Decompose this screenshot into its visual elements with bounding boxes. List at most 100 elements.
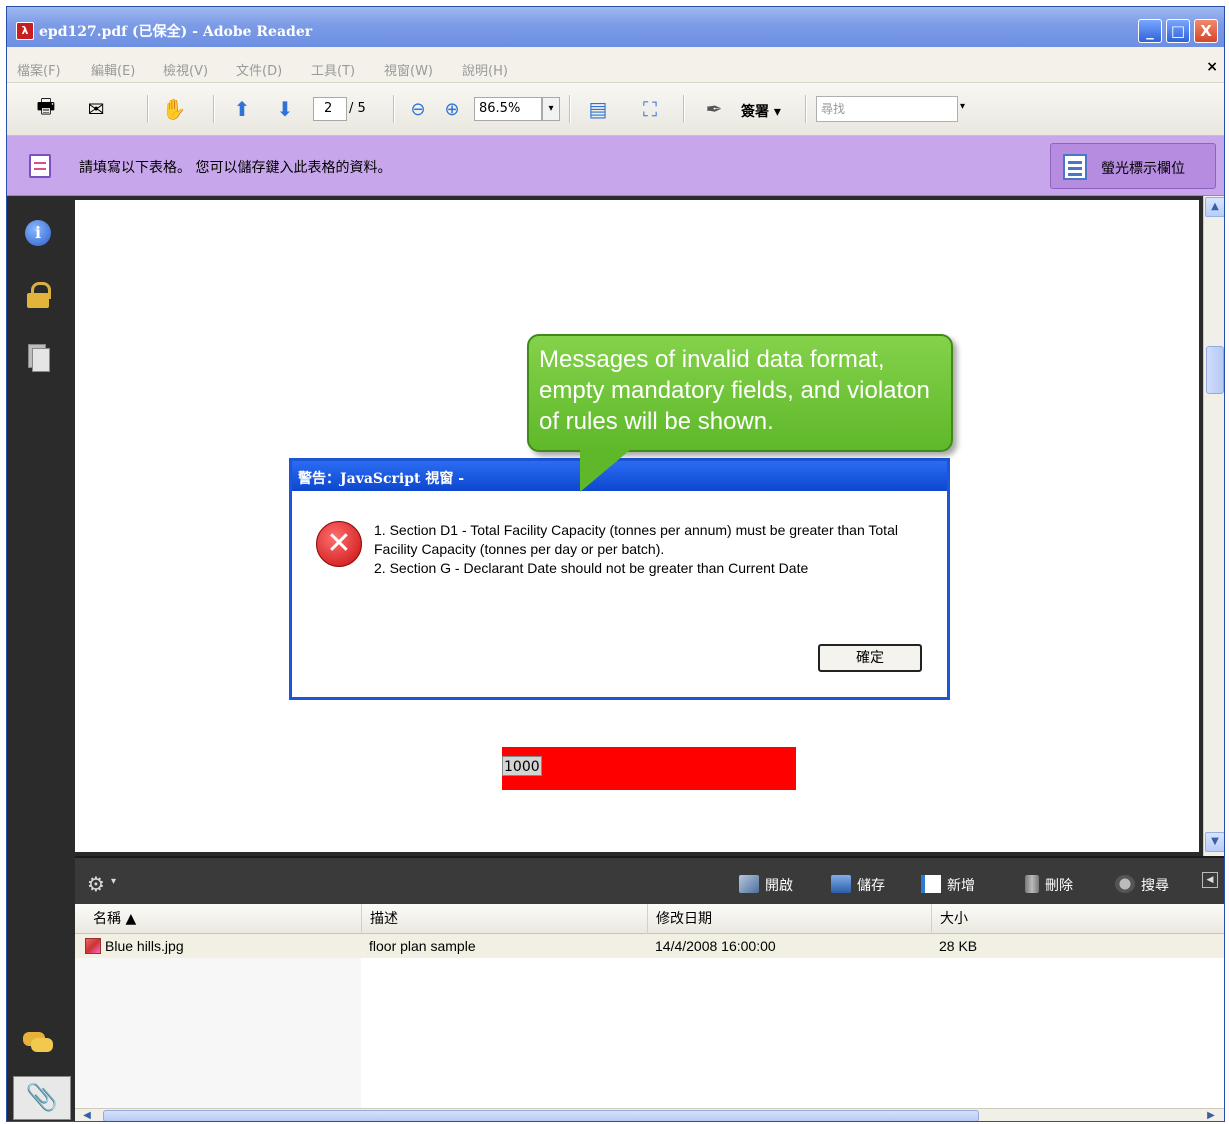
- highlight-fields-button[interactable]: 螢光標示欄位: [1050, 143, 1216, 189]
- form-message: 請填寫以下表格。 您可以儲存鍵入此表格的資料。: [79, 160, 392, 176]
- trash-icon: [1025, 875, 1039, 893]
- document-view: 1000 警告：JavaScript 視窗 - ✕ 1. Section D1 …: [75, 196, 1224, 856]
- image-file-icon: [85, 938, 101, 954]
- dialog-message-line: 1. Section D1 - Total Facility Capacity …: [374, 522, 898, 557]
- attachments-list: 名稱 ▲ 描述 修改日期 大小 Blue hills.jpg floor pla…: [75, 904, 1224, 1121]
- open-label: 開啟: [765, 878, 793, 894]
- menu-edit[interactable]: 編輯(E): [91, 60, 135, 79]
- toolbar-separator: [213, 95, 215, 123]
- add-icon: [921, 875, 941, 893]
- search-attachment-button[interactable]: 搜尋: [1115, 875, 1169, 895]
- table-row[interactable]: Blue hills.jpg floor plan sample 14/4/20…: [75, 934, 1224, 958]
- zoom-dropdown-icon[interactable]: ▾: [542, 97, 560, 121]
- attachments-panel-button[interactable]: 📎: [13, 1076, 71, 1120]
- sign-pen-icon[interactable]: ✒: [699, 94, 729, 124]
- add-label: 新增: [947, 878, 975, 894]
- scroll-up-icon[interactable]: ▲: [1205, 197, 1224, 217]
- pdf-page: 1000 警告：JavaScript 視窗 - ✕ 1. Section D1 …: [75, 200, 1199, 852]
- menu-tools[interactable]: 工具(T): [311, 60, 355, 79]
- menu-close-icon[interactable]: ×: [1206, 59, 1218, 75]
- document-properties-button[interactable]: i: [23, 218, 53, 248]
- maximize-button[interactable]: □: [1166, 19, 1190, 43]
- name-column-area: [75, 958, 361, 1108]
- fit-width-icon[interactable]: ▤: [583, 94, 613, 124]
- comments-panel-button[interactable]: [23, 1028, 53, 1058]
- dialog-message-line: 2. Section G - Declarant Date should not…: [374, 560, 809, 576]
- scroll-right-icon[interactable]: ▶: [1203, 1109, 1219, 1121]
- window-title: epd127.pdf (已保全) - Adobe Reader: [39, 24, 313, 40]
- next-page-icon[interactable]: ⬇: [270, 94, 300, 124]
- vertical-scroll-thumb[interactable]: [1206, 346, 1224, 394]
- horizontal-scroll-thumb[interactable]: [103, 1110, 979, 1121]
- toolbar-separator: [805, 95, 807, 123]
- javascript-alert-dialog: 警告：JavaScript 視窗 - ✕ 1. Section D1 - Tot…: [289, 458, 950, 700]
- delete-label: 刪除: [1045, 878, 1073, 894]
- pages-panel-button[interactable]: [23, 342, 53, 372]
- save-attachment-button[interactable]: 儲存: [831, 875, 885, 895]
- minimize-button[interactable]: _: [1138, 19, 1162, 43]
- paperclip-icon: 📎: [25, 1083, 59, 1113]
- scroll-left-icon[interactable]: ◀: [79, 1109, 95, 1121]
- menu-view[interactable]: 檢視(V): [163, 60, 208, 79]
- capacity-field-value: 1000: [502, 756, 542, 776]
- menu-bar: 檔案(F) 編輯(E) 檢視(V) 文件(D) 工具(T) 視窗(W) 說明(H…: [7, 47, 1224, 83]
- column-description[interactable]: 描述: [361, 904, 647, 934]
- comment-icon: [23, 1030, 53, 1056]
- search-label: 搜尋: [1141, 878, 1169, 894]
- toolbar-separator: [569, 95, 571, 123]
- menu-file[interactable]: 檔案(F): [17, 60, 61, 79]
- dialog-message: 1. Section D1 - Total Facility Capacity …: [374, 521, 934, 578]
- horizontal-scrollbar[interactable]: ◀ ▶: [75, 1108, 1224, 1121]
- column-name[interactable]: 名稱 ▲: [75, 904, 361, 934]
- ok-button[interactable]: 確定: [818, 644, 922, 672]
- attachment-size: 28 KB: [939, 938, 978, 954]
- delete-attachment-button[interactable]: 刪除: [1025, 875, 1073, 895]
- toolbar-separator: [147, 95, 149, 123]
- sign-menu-button[interactable]: 簽署 ▾: [741, 101, 781, 121]
- capacity-form-field[interactable]: 1000: [502, 747, 796, 790]
- menu-document[interactable]: 文件(D): [236, 60, 282, 79]
- previous-page-icon[interactable]: ⬆: [227, 94, 257, 124]
- column-size[interactable]: 大小: [931, 904, 1224, 934]
- attachment-name: Blue hills.jpg: [105, 938, 184, 954]
- menu-help[interactable]: 說明(H): [462, 60, 508, 79]
- pages-icon: [28, 344, 50, 372]
- gear-icon[interactable]: ⚙: [87, 872, 105, 896]
- zoom-out-icon[interactable]: ⊖: [403, 94, 433, 124]
- callout-text: Messages of invalid data format, empty m…: [539, 346, 930, 435]
- form-icon: [29, 154, 51, 178]
- chevron-down-icon[interactable]: ▾: [111, 876, 116, 887]
- attachment-name-cell: Blue hills.jpg: [85, 934, 184, 958]
- zoom-in-icon[interactable]: ⊕: [437, 94, 467, 124]
- pdf-app-icon: λ: [16, 22, 34, 40]
- vertical-scrollbar[interactable]: ▲ ▼: [1203, 196, 1224, 856]
- list-header: 名稱 ▲ 描述 修改日期 大小: [75, 904, 1224, 934]
- binoculars-icon: [1115, 875, 1135, 893]
- attachment-modified: 14/4/2008 16:00:00: [655, 938, 776, 954]
- page-total: / 5: [349, 101, 366, 116]
- navigation-pane: i 📎: [7, 196, 75, 1121]
- add-attachment-button[interactable]: 新增: [921, 875, 975, 895]
- security-settings-button[interactable]: [23, 280, 53, 310]
- close-button[interactable]: X: [1194, 19, 1218, 43]
- menu-window[interactable]: 視窗(W): [384, 60, 433, 79]
- search-input[interactable]: 尋找: [816, 96, 958, 122]
- zoom-level-input[interactable]: 86.5%: [474, 97, 542, 121]
- scroll-down-icon[interactable]: ▼: [1205, 832, 1224, 852]
- email-icon[interactable]: ✉: [81, 94, 111, 124]
- attachment-description: floor plan sample: [369, 938, 476, 954]
- dialog-title: 警告：JavaScript 視窗 -: [298, 471, 465, 487]
- form-notification-bar: 請填寫以下表格。 您可以儲存鍵入此表格的資料。 螢光標示欄位: [7, 136, 1224, 196]
- print-icon[interactable]: 🖶: [31, 94, 61, 124]
- highlight-fields-label: 螢光標示欄位: [1101, 161, 1185, 177]
- column-modified[interactable]: 修改日期: [647, 904, 931, 934]
- hand-tool-icon[interactable]: ✋: [159, 94, 189, 124]
- open-attachment-button[interactable]: 開啟: [739, 875, 793, 895]
- search-dropdown-icon[interactable]: ▾: [960, 101, 965, 112]
- error-icon: ✕: [316, 521, 362, 567]
- page-number-input[interactable]: 2: [313, 97, 347, 121]
- highlight-fields-icon: [1063, 154, 1087, 180]
- title-bar: λ epd127.pdf (已保全) - Adobe Reader _ □ X: [7, 7, 1224, 47]
- fit-page-icon[interactable]: ⛶: [635, 94, 665, 124]
- collapse-panel-icon[interactable]: ◀: [1202, 872, 1218, 888]
